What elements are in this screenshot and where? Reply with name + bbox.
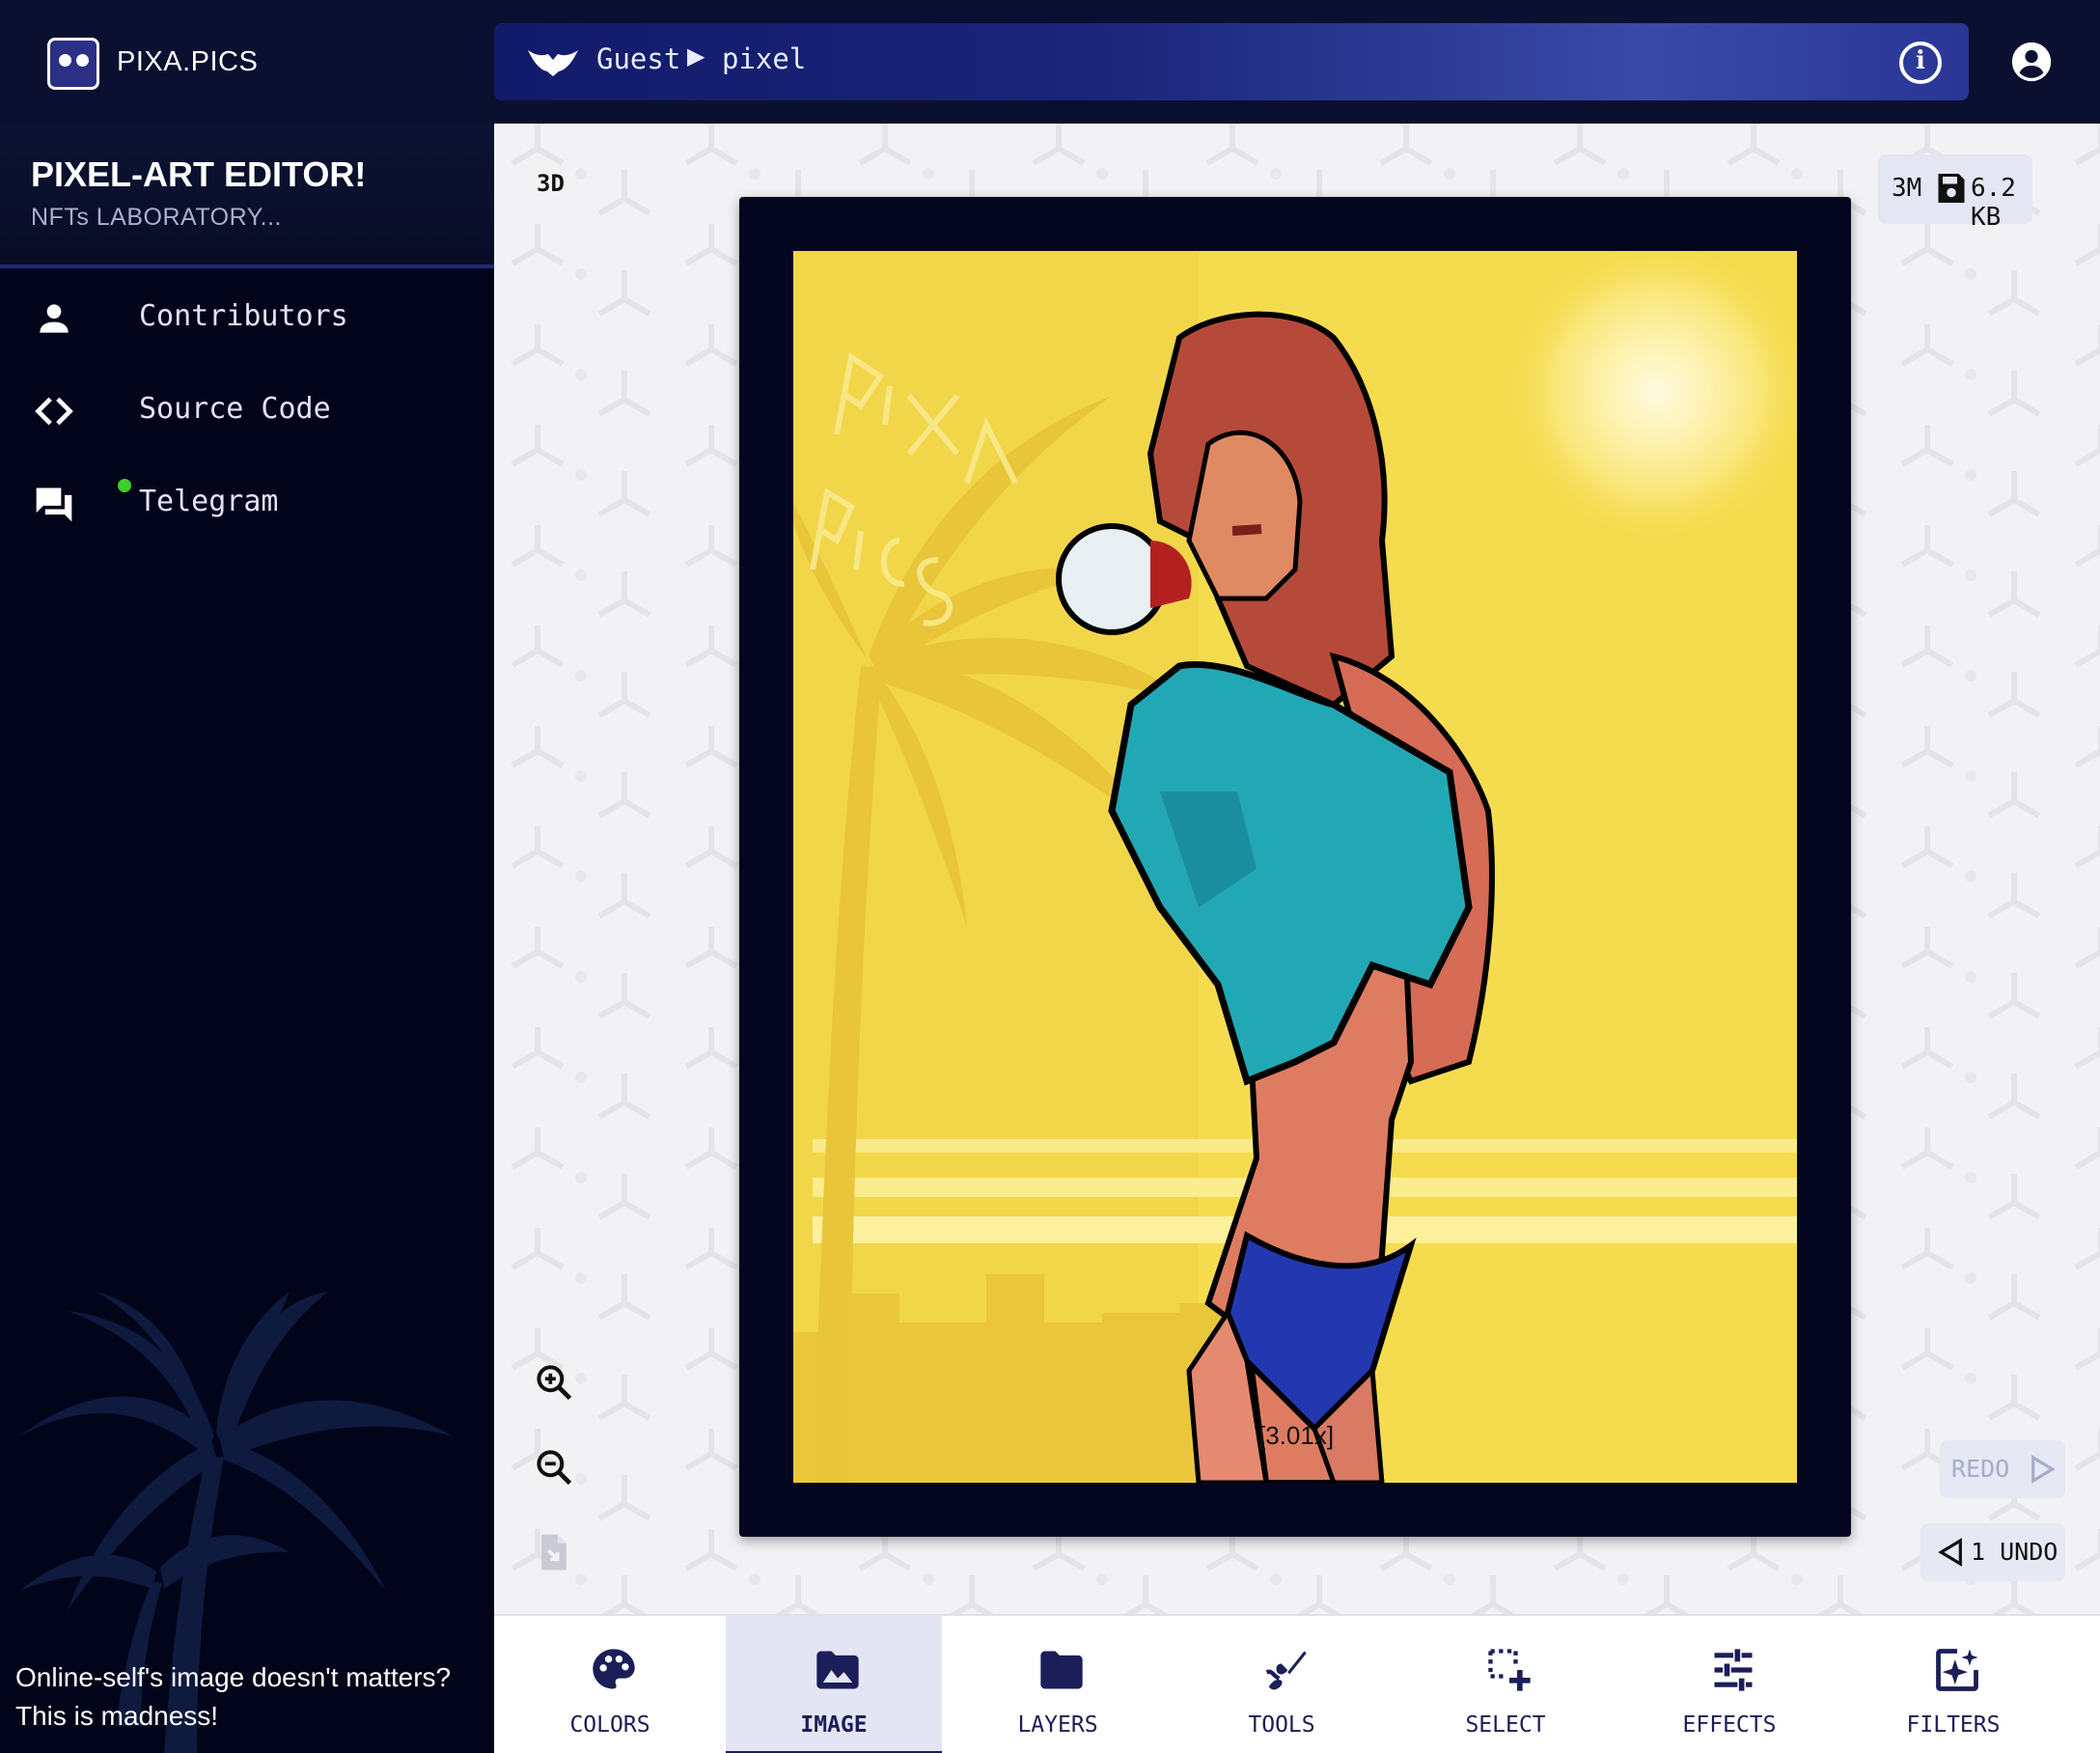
image-icon bbox=[816, 1651, 859, 1689]
app-logo-icon[interactable] bbox=[47, 38, 99, 90]
tab-label: SELECT bbox=[1465, 1712, 1546, 1738]
tab-layers[interactable]: LAYERS bbox=[950, 1616, 1166, 1753]
sidebar-title: PIXEL-ART EDITOR! bbox=[31, 154, 367, 194]
sidebar-item-label: Source Code bbox=[139, 392, 331, 426]
sidebar: PIXEL-ART EDITOR! NFTs LABORATORY... Con… bbox=[0, 124, 494, 1753]
top-bar: PIXA.PICS Guest ▶ pixel i bbox=[0, 0, 2100, 124]
save-icon bbox=[1938, 174, 1965, 203]
undo-button[interactable]: 1 UNDO bbox=[1920, 1523, 2065, 1581]
code-icon bbox=[35, 397, 73, 426]
toggle-3d-button[interactable]: 3D bbox=[537, 170, 565, 197]
select-icon bbox=[1488, 1649, 1531, 1691]
pixel-art-canvas[interactable] bbox=[793, 251, 1797, 1483]
person-icon bbox=[40, 304, 69, 333]
sidebar-item-source-code[interactable]: Source Code bbox=[0, 363, 494, 456]
file-size-label: 6.2 KB bbox=[1971, 174, 2016, 232]
tab-label: IMAGE bbox=[800, 1712, 868, 1738]
breadcrumb: Guest ▶ pixel i bbox=[494, 23, 1969, 100]
tab-label: LAYERS bbox=[1017, 1712, 1098, 1738]
file-size-indicator[interactable]: 3M 6.2 KB bbox=[1878, 154, 2032, 232]
sidebar-quote-line1: Online-self's image doesn't matters? bbox=[15, 1662, 452, 1692]
zoom-readout: [3.01x] bbox=[1258, 1421, 1335, 1450]
breadcrumb-user[interactable]: Guest bbox=[596, 42, 680, 75]
undo-arrow-icon bbox=[1938, 1538, 1962, 1567]
export-file-icon[interactable] bbox=[533, 1531, 575, 1573]
tab-select[interactable]: SELECT bbox=[1397, 1616, 1614, 1753]
bat-logo-icon[interactable] bbox=[527, 44, 579, 77]
online-status-dot bbox=[118, 479, 131, 492]
sidebar-header: PIXEL-ART EDITOR! NFTs LABORATORY... bbox=[0, 124, 494, 268]
sidebar-item-telegram[interactable]: Telegram bbox=[0, 456, 494, 548]
tab-label: TOOLS bbox=[1248, 1712, 1315, 1738]
sidebar-quote-line2: This is madness! bbox=[15, 1701, 219, 1731]
redo-label: REDO bbox=[1951, 1455, 2010, 1483]
tab-label: EFFECTS bbox=[1682, 1712, 1777, 1738]
resolution-label: 3M bbox=[1892, 174, 1922, 203]
redo-button[interactable]: REDO bbox=[1940, 1440, 2065, 1498]
forum-icon bbox=[36, 487, 72, 522]
sidebar-item-label: Contributors bbox=[139, 299, 348, 333]
info-button[interactable]: i bbox=[1899, 42, 1942, 84]
undo-label: 1 UNDO bbox=[1971, 1538, 2059, 1566]
tab-image[interactable]: IMAGE bbox=[726, 1616, 942, 1753]
zoom-in-icon[interactable] bbox=[533, 1361, 575, 1404]
zoom-out-icon[interactable] bbox=[533, 1446, 575, 1489]
info-icon: i bbox=[1916, 46, 1925, 75]
tab-label: COLORS bbox=[569, 1712, 650, 1738]
canvas-workspace[interactable]: 3D 3M 6.2 KB [3.01x] REDO 1 UNDO bbox=[494, 124, 2100, 1614]
redo-arrow-icon bbox=[2031, 1455, 2056, 1484]
sidebar-item-label: Telegram bbox=[139, 485, 279, 518]
app-brand[interactable]: PIXA.PICS bbox=[117, 46, 258, 78]
tune-icon bbox=[1714, 1649, 1753, 1691]
sparkle-icon bbox=[1936, 1649, 1978, 1691]
tab-tools[interactable]: TOOLS bbox=[1174, 1616, 1390, 1753]
breadcrumb-separator: ▶ bbox=[687, 42, 705, 70]
breadcrumb-page[interactable]: pixel bbox=[722, 42, 806, 75]
sidebar-item-contributors[interactable]: Contributors bbox=[0, 270, 494, 363]
bottom-toolbar: COLORS IMAGE LAYERS TOOLS SELECT EFFECTS… bbox=[494, 1614, 2100, 1753]
canvas-frame bbox=[739, 197, 1851, 1537]
tab-colors[interactable]: COLORS bbox=[502, 1616, 718, 1753]
account-icon[interactable] bbox=[2010, 41, 2053, 83]
sidebar-subtitle: NFTs LABORATORY... bbox=[31, 204, 283, 231]
tab-filters[interactable]: FILTERS bbox=[1845, 1616, 2061, 1753]
folder-icon bbox=[1040, 1651, 1083, 1689]
brush-icon bbox=[1265, 1651, 1307, 1690]
tab-effects[interactable]: EFFECTS bbox=[1621, 1616, 1838, 1753]
tab-label: FILTERS bbox=[1906, 1712, 2001, 1738]
palette-icon bbox=[593, 1649, 635, 1689]
